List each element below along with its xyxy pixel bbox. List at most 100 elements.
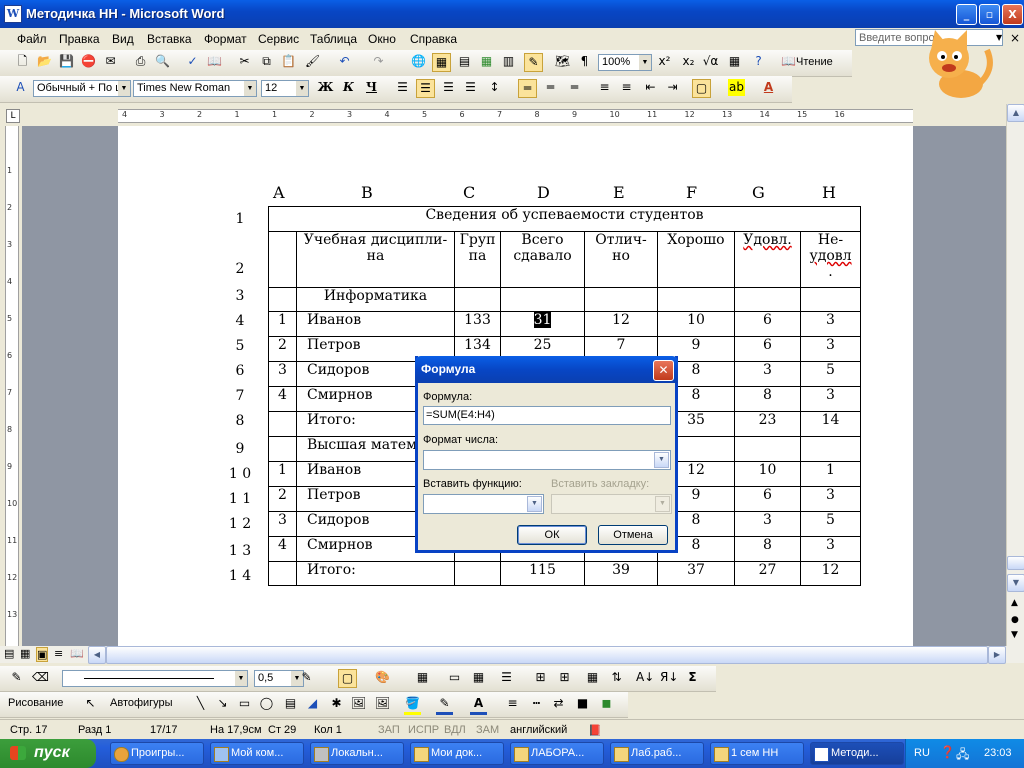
arrow-icon[interactable]: ↘ — [214, 695, 231, 712]
tab-selector[interactable]: L — [6, 109, 20, 123]
number-format-select[interactable]: ▼ — [423, 450, 671, 470]
decrease-indent-icon[interactable]: ⇤ — [642, 79, 659, 96]
word-app-icon[interactable]: W — [4, 5, 22, 23]
insert-table-icon[interactable]: ▤ — [456, 53, 473, 70]
sort-asc-icon[interactable]: A↓ — [636, 669, 654, 686]
taskbar-item[interactable]: Лаб.раб... — [610, 742, 704, 765]
web-view-icon[interactable]: ▦ — [20, 647, 30, 660]
insert-table-icon[interactable]: ▦ — [414, 669, 431, 686]
bullets-icon[interactable]: ≡ — [618, 79, 635, 96]
redo-icon[interactable]: ↷ — [370, 53, 387, 70]
superscript-icon[interactable]: x² — [656, 53, 673, 70]
outline-view-icon[interactable]: ≡ — [54, 647, 63, 660]
font-combo[interactable]: Times New Roman ▼ — [133, 80, 257, 97]
borders-icon[interactable]: ▢ — [692, 79, 711, 98]
highlight-icon[interactable]: ab — [728, 79, 745, 96]
section-informatics[interactable]: Информатика — [296, 287, 455, 312]
header-excellent[interactable]: Отлич-но — [584, 231, 658, 288]
line-icon[interactable]: ╲ — [192, 695, 209, 712]
format-painter-icon[interactable]: 🖌 — [304, 53, 321, 70]
fill-color-icon[interactable]: 🪣 — [404, 695, 421, 715]
distribute-rows-icon[interactable]: ⊞ — [532, 669, 549, 686]
horizontal-scroll-thumb[interactable] — [106, 646, 988, 664]
dialog-close-button[interactable]: ✕ — [653, 360, 674, 381]
align-right-icon[interactable]: ☰ — [440, 79, 457, 96]
align-mid-icon[interactable]: ═ — [566, 79, 583, 96]
print-layout-icon[interactable]: ▣ — [36, 647, 49, 662]
header-unsatisfactory[interactable]: Не-удовл. — [800, 231, 861, 288]
font-size-combo[interactable]: 12 ▼ — [261, 80, 309, 97]
save-icon[interactable]: 💾 — [58, 53, 75, 70]
align-top-icon[interactable]: ═ — [542, 79, 559, 96]
header-total[interactable]: Всего сдавало — [500, 231, 585, 288]
outside-border-icon[interactable]: ▢ — [338, 669, 357, 688]
reading-icon[interactable]: 📖 — [780, 53, 797, 70]
maximize-button[interactable]: ▫ — [979, 4, 1000, 25]
prev-page-icon[interactable]: ▲ — [1011, 598, 1018, 608]
taskbar-item[interactable]: Проигры... — [110, 742, 204, 765]
normal-view-icon[interactable]: ▤ — [4, 647, 14, 660]
drawing-menu[interactable]: Рисование — [8, 697, 63, 709]
textbox-icon[interactable]: ▤ — [282, 695, 299, 712]
email-icon[interactable]: ✉ — [102, 53, 119, 70]
border-color-icon[interactable]: ✎ — [298, 669, 315, 686]
sort-desc-icon[interactable]: Я↓ — [660, 669, 678, 686]
numbering-icon[interactable]: ≡ — [596, 79, 613, 96]
paste-icon[interactable]: 📋 — [280, 53, 297, 70]
shadow-icon[interactable]: ■ — [574, 695, 591, 712]
header-good[interactable]: Хорошо — [657, 231, 735, 288]
taskbar-item[interactable]: ЛАБОРА... — [510, 742, 604, 765]
taskbar-item[interactable]: Мой ком... — [210, 742, 304, 765]
dialog-title-bar[interactable]: Формула ✕ — [415, 356, 678, 383]
start-button[interactable]: пуск — [0, 739, 96, 768]
drawing-icon[interactable]: ✎ — [524, 53, 543, 72]
tables-borders-icon[interactable]: ▦ — [432, 53, 451, 72]
vertical-scrollbar[interactable]: ▲ ▼ ▲ ● ▼ — [1006, 104, 1024, 646]
rectangle-icon[interactable]: ▭ — [236, 695, 253, 712]
split-cells-icon[interactable]: ▦ — [470, 669, 487, 686]
line-spacing-icon[interactable]: ↕ — [486, 79, 503, 96]
hyperlink-icon[interactable]: 🌐 — [410, 53, 427, 70]
reading-button[interactable]: Чтение — [796, 56, 833, 68]
diagram-icon[interactable]: ✱ — [328, 695, 345, 712]
scroll-thumb[interactable] — [1007, 556, 1024, 570]
close-button[interactable]: X — [1002, 4, 1023, 25]
help-icon[interactable]: ? — [750, 53, 767, 70]
header-group[interactable]: Груп па — [454, 231, 501, 288]
menu-format[interactable]: Формат — [204, 32, 247, 46]
chevron-down-icon[interactable]: ▼ — [527, 496, 542, 512]
insert-excel-icon[interactable]: ▦ — [478, 53, 495, 70]
merge-cells-icon[interactable]: ▭ — [446, 669, 463, 686]
select-objects-icon[interactable]: ↖ — [82, 695, 99, 712]
italic-button[interactable]: К — [340, 79, 357, 96]
scroll-down-icon[interactable]: ▼ — [1007, 574, 1024, 592]
status-ovr[interactable]: ЗАМ — [476, 724, 499, 736]
office-assistant-cat[interactable] — [905, 28, 997, 104]
status-trk[interactable]: ИСПР — [408, 724, 439, 736]
scroll-left-icon[interactable]: ◀ — [88, 646, 106, 664]
selected-cell[interactable]: 31 — [500, 311, 585, 337]
status-rec[interactable]: ЗАП — [378, 724, 400, 736]
show-hide-icon[interactable]: ¶ — [576, 53, 593, 70]
help-tray-icon[interactable]: ❓ — [940, 745, 955, 759]
horizontal-ruler[interactable]: L 4 3 2 1 1 2 3 4 5 6 7 8 9 10 11 12 13 14 15 16 — [0, 104, 1024, 126]
scroll-up-icon[interactable]: ▲ — [1007, 104, 1024, 122]
clipart-icon[interactable]: 🖼 — [350, 695, 367, 712]
picture-icon[interactable]: 🖼 — [374, 695, 391, 712]
dash-style-icon[interactable]: ┅ — [528, 695, 545, 712]
print-icon[interactable]: ⎙ — [132, 53, 149, 70]
open-icon[interactable]: 📂 — [36, 53, 53, 70]
taskbar-item[interactable]: 1 сем НН — [710, 742, 804, 765]
style-combo[interactable]: Обычный + По ц ▼ — [33, 80, 131, 97]
research-icon[interactable]: 📖 — [206, 53, 223, 70]
taskbar-item-active[interactable]: Методи... — [810, 742, 904, 765]
cut-icon[interactable]: ✂ — [236, 53, 253, 70]
distribute-cols-icon[interactable]: ⊞ — [556, 669, 573, 686]
increase-indent-icon[interactable]: ⇥ — [664, 79, 681, 96]
chevron-down-icon[interactable]: ▼ — [654, 452, 669, 468]
spelling-icon[interactable]: ✓ — [184, 53, 201, 70]
menu-view[interactable]: Вид — [112, 32, 134, 46]
underline-button[interactable]: Ч — [363, 79, 380, 96]
menu-tools[interactable]: Сервис — [258, 32, 299, 46]
line-style-combo[interactable]: ▼ — [62, 670, 248, 687]
